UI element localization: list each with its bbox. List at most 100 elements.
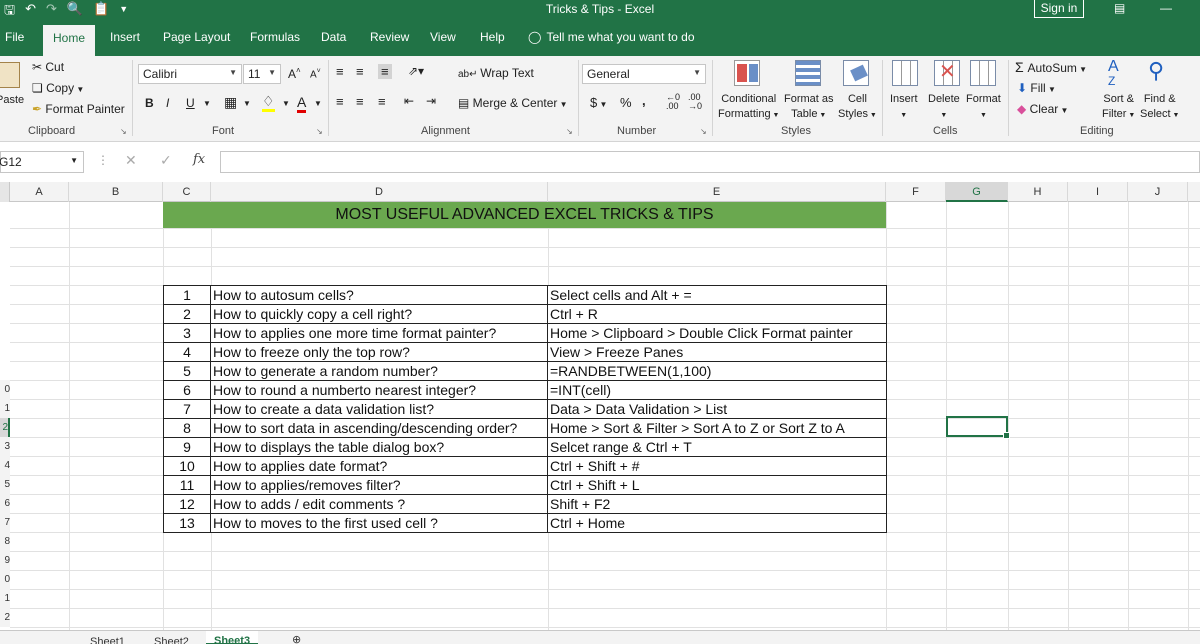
tip-question-cell[interactable]: How to adds / edit comments ? [210, 494, 548, 514]
column-header-e[interactable]: E [548, 182, 886, 202]
number-format-select[interactable]: General ▼ [582, 64, 706, 84]
column-header-i[interactable]: I [1068, 182, 1128, 202]
tip-number-cell[interactable]: 2 [163, 304, 211, 324]
decrease-decimal-icon[interactable]: .00 →0 [688, 93, 702, 111]
bold-button[interactable]: B [145, 96, 154, 110]
column-header-f[interactable]: F [886, 182, 946, 202]
cell-styles-button[interactable]: Cell Styles ▼ [838, 92, 877, 123]
orientation-icon[interactable]: ⇗▾ [408, 64, 424, 78]
tip-answer-cell[interactable]: Ctrl + Home [547, 513, 887, 533]
tip-number-cell[interactable]: 6 [163, 380, 211, 400]
cancel-icon[interactable]: ✕ [125, 152, 137, 169]
tip-question-cell[interactable]: How to freeze only the top row? [210, 342, 548, 362]
tip-question-cell[interactable]: How to applies date format? [210, 456, 548, 476]
formula-input[interactable] [220, 151, 1200, 173]
cell-styles-icon[interactable] [843, 60, 869, 86]
tip-answer-cell[interactable]: Select cells and Alt + = [547, 285, 887, 305]
name-box[interactable]: G12 ▼ [0, 151, 84, 173]
chevron-down-icon[interactable]: ▼ [203, 99, 211, 108]
number-launcher-icon[interactable]: ↘ [700, 127, 707, 136]
alignment-launcher-icon[interactable]: ↘ [566, 127, 573, 136]
row-header[interactable]: 5 [0, 475, 10, 494]
column-header-a[interactable]: A [10, 182, 69, 202]
row-header[interactable]: 9 [0, 551, 10, 570]
borders-icon[interactable]: ▦ [224, 94, 237, 111]
tell-me-box[interactable]: ◯ Tell me what you want to do [528, 30, 695, 44]
column-header-b[interactable]: B [69, 182, 163, 202]
tip-number-cell[interactable]: 13 [163, 513, 211, 533]
align-left-icon[interactable]: ≡ [336, 94, 344, 109]
insert-cells-icon[interactable] [892, 60, 918, 86]
tip-question-cell[interactable]: How to displays the table dialog box? [210, 437, 548, 457]
insert-function-icon[interactable]: fx [193, 152, 205, 167]
tip-number-cell[interactable]: 1 [163, 285, 211, 305]
column-header-j[interactable]: J [1128, 182, 1188, 202]
tip-question-cell[interactable]: How to sort data in ascending/descending… [210, 418, 548, 438]
sort-filter-button[interactable]: Sort & Filter ▼ [1102, 92, 1135, 123]
minimize-icon[interactable]: — [1160, 1, 1172, 15]
row-header[interactable]: 1 [0, 589, 10, 608]
sort-filter-icon[interactable]: AZ [1108, 59, 1119, 89]
chevron-down-icon[interactable]: ▼ [282, 99, 290, 108]
merge-center-button[interactable]: ▤ Merge & Center ▼ [458, 96, 568, 110]
tip-question-cell[interactable]: How to quickly copy a cell right? [210, 304, 548, 324]
align-right-icon[interactable]: ≡ [378, 94, 386, 109]
chevron-down-icon[interactable]: ▼ [557, 100, 568, 109]
comma-button[interactable]: , [642, 93, 646, 108]
delete-cells-icon[interactable]: ✕ [934, 60, 960, 86]
column-header-c[interactable]: C [163, 182, 211, 202]
fill-color-icon[interactable]: ♢ [262, 93, 275, 112]
tip-number-cell[interactable]: 10 [163, 456, 211, 476]
magnifier-icon[interactable]: ⚲ [1148, 58, 1164, 84]
align-top-icon[interactable]: ≡ [336, 64, 344, 79]
conditional-formatting-icon[interactable] [734, 60, 760, 86]
increase-decimal-icon[interactable]: ←0.00 [666, 93, 680, 111]
tab-home[interactable]: Home [43, 25, 96, 56]
row-header[interactable]: 6 [0, 494, 10, 513]
fill-button[interactable]: ⬇ Fill ▼ [1017, 81, 1056, 95]
chevron-down-icon[interactable]: ▼ [314, 99, 322, 108]
tip-answer-cell[interactable]: Ctrl + R [547, 304, 887, 324]
chevron-down-icon[interactable]: ▼ [74, 85, 84, 94]
font-name-select[interactable]: Calibri ▼ [138, 64, 242, 84]
format-as-table-icon[interactable] [795, 60, 821, 86]
tip-question-cell[interactable]: How to autosum cells? [210, 285, 548, 305]
tip-answer-cell[interactable]: =RANDBETWEEN(1,100) [547, 361, 887, 381]
font-size-select[interactable]: 11 ▼ [243, 64, 281, 84]
wrap-text-button[interactable]: ab↵ Wrap Text [458, 66, 534, 80]
ribbon-display-options-icon[interactable]: ▤ [1114, 1, 1125, 15]
font-color-icon[interactable]: A [297, 94, 307, 113]
tip-answer-cell[interactable]: Home > Sort & Filter > Sort A to Z or So… [547, 418, 887, 438]
column-header-h[interactable]: H [1008, 182, 1068, 202]
format-painter-button[interactable]: ✒ Format Painter [32, 102, 125, 116]
font-launcher-icon[interactable]: ↘ [316, 127, 323, 136]
tip-number-cell[interactable]: 7 [163, 399, 211, 419]
sheet-tab-sheet1[interactable]: Sheet1 [90, 636, 125, 644]
tab-formulas[interactable]: Formulas [250, 30, 300, 44]
row-header[interactable]: 4 [0, 456, 10, 475]
conditional-formatting-button[interactable]: Conditional Formatting ▼ [718, 92, 779, 123]
clear-button[interactable]: ◆ Clear ▼ [1017, 102, 1068, 116]
tip-question-cell[interactable]: How to create a data validation list? [210, 399, 548, 419]
row-header[interactable]: 7 [0, 513, 10, 532]
sheet-tab-sheet2[interactable]: Sheet2 [154, 636, 189, 644]
grow-font-button[interactable]: A˄ [288, 66, 301, 81]
align-center-icon[interactable]: ≡ [356, 94, 364, 109]
align-bottom-icon[interactable]: ≡ [378, 64, 392, 79]
tab-file[interactable]: File [5, 30, 24, 44]
row-header[interactable]: 1 [0, 399, 10, 418]
copy-button[interactable]: ❏ Copy ▼ [32, 81, 84, 95]
clipboard-launcher-icon[interactable]: ↘ [120, 127, 127, 136]
select-all-corner[interactable] [0, 182, 10, 202]
tip-answer-cell[interactable]: Ctrl + Shift + L [547, 475, 887, 495]
format-cells-icon[interactable] [970, 60, 996, 86]
tab-view[interactable]: View [430, 30, 456, 44]
sheet-tab-sheet3[interactable]: Sheet3 [206, 631, 259, 644]
chevron-down-icon[interactable]: ▼ [243, 99, 251, 108]
tip-answer-cell[interactable]: View > Freeze Panes [547, 342, 887, 362]
chevron-down-icon[interactable]: ▼ [70, 156, 78, 165]
sign-in-button[interactable]: Sign in [1034, 0, 1084, 18]
tip-number-cell[interactable]: 9 [163, 437, 211, 457]
tip-number-cell[interactable]: 3 [163, 323, 211, 343]
paste-icon[interactable] [0, 62, 20, 88]
